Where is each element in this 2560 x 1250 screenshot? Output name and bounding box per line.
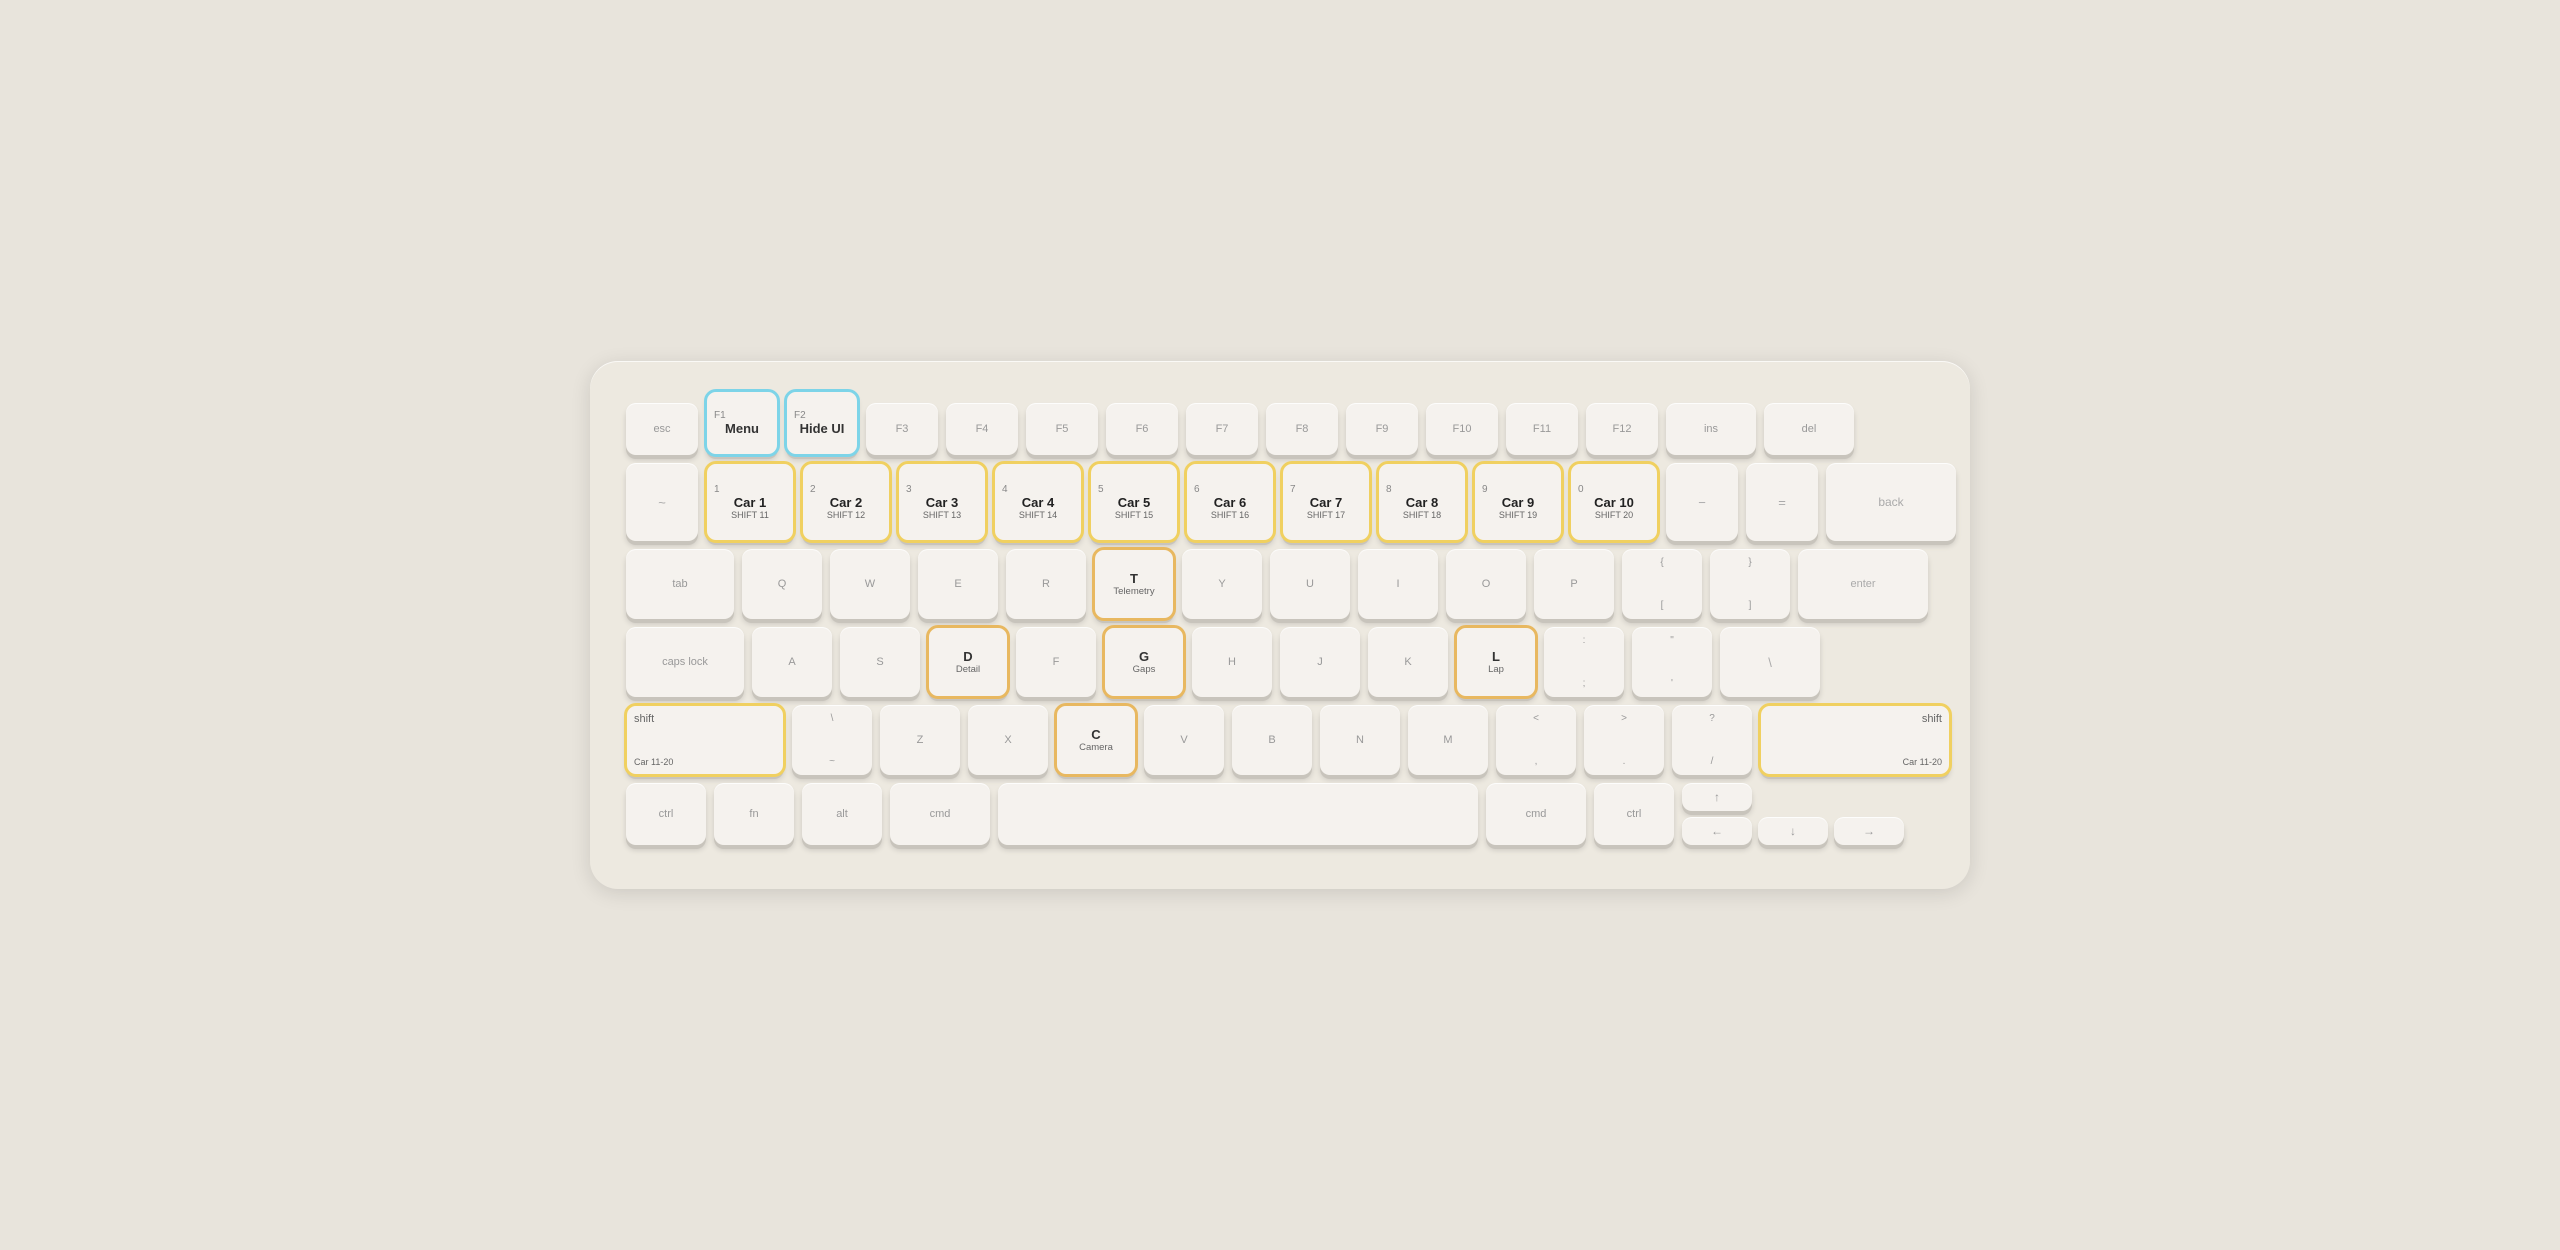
key-0[interactable]: 0 Car 10 SHIFT 20 (1570, 463, 1658, 541)
key-fn[interactable]: fn (714, 783, 794, 845)
key-7[interactable]: 7 Car 7 SHIFT 17 (1282, 463, 1370, 541)
key-backspace[interactable]: back (1826, 463, 1956, 541)
key-minus[interactable]: − (1666, 463, 1738, 541)
key-tilde[interactable]: ~ (626, 463, 698, 541)
key-r[interactable]: R (1006, 549, 1086, 619)
key-3[interactable]: 3 Car 3 SHIFT 13 (898, 463, 986, 541)
key-5[interactable]: 5 Car 5 SHIFT 15 (1090, 463, 1178, 541)
key-arrow-left[interactable]: ← (1682, 817, 1752, 845)
key-period[interactable]: > . (1584, 705, 1664, 775)
key-f5[interactable]: F5 (1026, 403, 1098, 455)
key-s[interactable]: S (840, 627, 920, 697)
arrow-cluster: ↑ ← ↓ → (1682, 783, 1904, 845)
key-a[interactable]: A (752, 627, 832, 697)
key-arrow-down[interactable]: ↓ (1758, 817, 1828, 845)
tab-row: tab Q W E R T Telemetry Y U I O P (626, 549, 1934, 619)
key-backslash2[interactable]: \ ~ (792, 705, 872, 775)
key-f9[interactable]: F9 (1346, 403, 1418, 455)
key-f6[interactable]: F6 (1106, 403, 1178, 455)
key-f4[interactable]: F4 (946, 403, 1018, 455)
key-equals[interactable]: = (1746, 463, 1818, 541)
key-shift-left[interactable]: shift Car 11-20 (626, 705, 784, 775)
key-f1[interactable]: F1 Menu (706, 391, 778, 455)
key-j[interactable]: J (1280, 627, 1360, 697)
key-f8[interactable]: F8 (1266, 403, 1338, 455)
key-z[interactable]: Z (880, 705, 960, 775)
key-w[interactable]: W (830, 549, 910, 619)
key-e[interactable]: E (918, 549, 998, 619)
key-space[interactable] (998, 783, 1478, 845)
key-quote[interactable]: " ' (1632, 627, 1712, 697)
ctrl-row: ctrl fn alt cmd cmd ctrl ↑ ← (626, 783, 1934, 845)
key-f7[interactable]: F7 (1186, 403, 1258, 455)
key-o[interactable]: O (1446, 549, 1526, 619)
key-f10[interactable]: F10 (1426, 403, 1498, 455)
key-g[interactable]: G Gaps (1104, 627, 1184, 697)
key-x[interactable]: X (968, 705, 1048, 775)
key-l[interactable]: L Lap (1456, 627, 1536, 697)
key-cmd-left[interactable]: cmd (890, 783, 990, 845)
key-shift-right[interactable]: shift Car 11-20 (1760, 705, 1950, 775)
key-label: esc (653, 423, 670, 435)
key-esc[interactable]: esc (626, 403, 698, 455)
key-k[interactable]: K (1368, 627, 1448, 697)
caps-row: caps lock A S D Detail F G Gaps H J K L (626, 627, 1934, 697)
key-capslock[interactable]: caps lock (626, 627, 744, 697)
key-semicolon[interactable]: : ; (1544, 627, 1624, 697)
key-arrow-right[interactable]: → (1834, 817, 1904, 845)
key-f12[interactable]: F12 (1586, 403, 1658, 455)
key-cmd-right[interactable]: cmd (1486, 783, 1586, 845)
num-row: ~ 1 Car 1 SHIFT 11 2 Car 2 SHIFT 12 3 Ca… (626, 463, 1934, 541)
key-d[interactable]: D Detail (928, 627, 1008, 697)
key-slash[interactable]: ? / (1672, 705, 1752, 775)
key-f[interactable]: F (1016, 627, 1096, 697)
key-4[interactable]: 4 Car 4 SHIFT 14 (994, 463, 1082, 541)
key-i[interactable]: I (1358, 549, 1438, 619)
key-f3[interactable]: F3 (866, 403, 938, 455)
key-ins[interactable]: ins (1666, 403, 1756, 455)
key-u[interactable]: U (1270, 549, 1350, 619)
key-comma[interactable]: < , (1496, 705, 1576, 775)
key-del[interactable]: del (1764, 403, 1854, 455)
key-lbracket[interactable]: { [ (1622, 549, 1702, 619)
key-c[interactable]: C Camera (1056, 705, 1136, 775)
key-arrow-up[interactable]: ↑ (1682, 783, 1752, 811)
key-n[interactable]: N (1320, 705, 1400, 775)
key-enter[interactable]: enter (1798, 549, 1928, 619)
key-b[interactable]: B (1232, 705, 1312, 775)
fn-row: esc F1 Menu F2 Hide UI F3 F4 F5 F6 F7 F8… (626, 391, 1934, 455)
key-alt[interactable]: alt (802, 783, 882, 845)
keyboard: esc F1 Menu F2 Hide UI F3 F4 F5 F6 F7 F8… (590, 361, 1970, 889)
key-t[interactable]: T Telemetry (1094, 549, 1174, 619)
key-f11[interactable]: F11 (1506, 403, 1578, 455)
key-q[interactable]: Q (742, 549, 822, 619)
key-v[interactable]: V (1144, 705, 1224, 775)
key-rbracket[interactable]: } ] (1710, 549, 1790, 619)
key-1[interactable]: 1 Car 1 SHIFT 11 (706, 463, 794, 541)
key-f2[interactable]: F2 Hide UI (786, 391, 858, 455)
key-9[interactable]: 9 Car 9 SHIFT 19 (1474, 463, 1562, 541)
key-backslash[interactable]: \ (1720, 627, 1820, 697)
key-y[interactable]: Y (1182, 549, 1262, 619)
key-tab[interactable]: tab (626, 549, 734, 619)
key-6[interactable]: 6 Car 6 SHIFT 16 (1186, 463, 1274, 541)
key-2[interactable]: 2 Car 2 SHIFT 12 (802, 463, 890, 541)
key-p[interactable]: P (1534, 549, 1614, 619)
key-h[interactable]: H (1192, 627, 1272, 697)
shift-row: shift Car 11-20 \ ~ Z X C Camera V B N M (626, 705, 1934, 775)
key-m[interactable]: M (1408, 705, 1488, 775)
key-ctrl-right[interactable]: ctrl (1594, 783, 1674, 845)
key-8[interactable]: 8 Car 8 SHIFT 18 (1378, 463, 1466, 541)
key-ctrl-left[interactable]: ctrl (626, 783, 706, 845)
